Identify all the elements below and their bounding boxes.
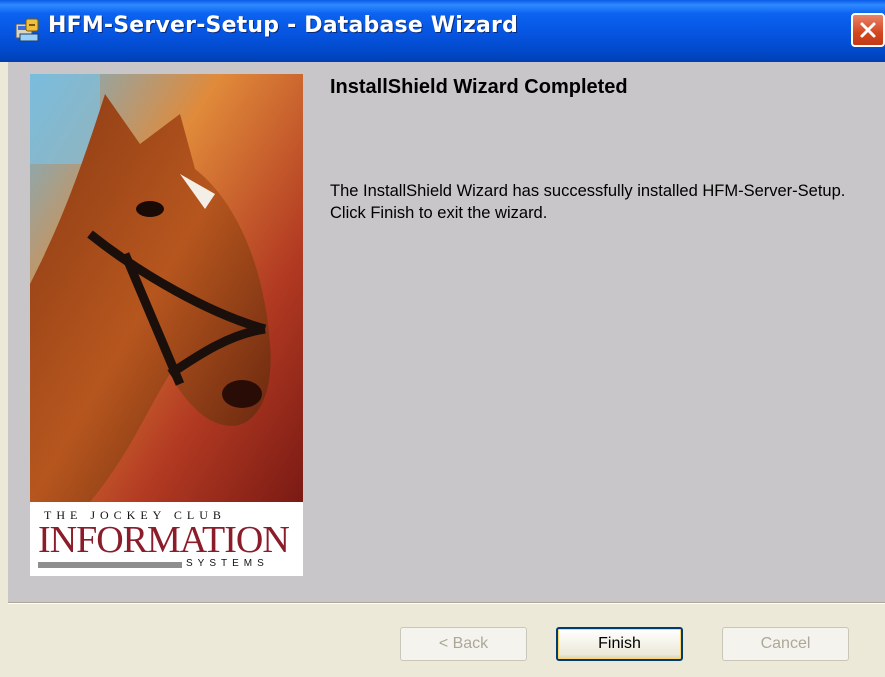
close-icon	[860, 22, 876, 38]
finish-button[interactable]: Finish	[556, 627, 683, 661]
window-title: HFM-Server-Setup - Database Wizard	[48, 13, 519, 38]
logo-line-3: SYSTEMS	[186, 558, 269, 569]
wizard-window: HFM-Server-Setup - Database Wizard THE J…	[0, 0, 885, 677]
wizard-footer: < Back Finish Cancel	[8, 604, 885, 677]
close-button[interactable]	[851, 13, 885, 47]
horse-portrait-image	[30, 74, 303, 502]
title-bar[interactable]: HFM-Server-Setup - Database Wizard	[0, 0, 885, 62]
cancel-button[interactable]: Cancel	[722, 627, 849, 661]
wizard-content: THE JOCKEY CLUB INFORMATION SYSTEMS Inst…	[8, 62, 885, 602]
page-heading: InstallShield Wizard Completed	[330, 76, 628, 98]
back-button[interactable]: < Back	[400, 627, 527, 661]
side-banner-image: THE JOCKEY CLUB INFORMATION SYSTEMS	[30, 74, 303, 576]
logo-bar	[38, 562, 182, 568]
installer-icon	[14, 16, 42, 44]
jockey-club-logo: THE JOCKEY CLUB INFORMATION SYSTEMS	[30, 502, 303, 576]
logo-line-2: INFORMATION	[38, 519, 290, 561]
completion-message: The InstallShield Wizard has successfull…	[330, 182, 846, 222]
